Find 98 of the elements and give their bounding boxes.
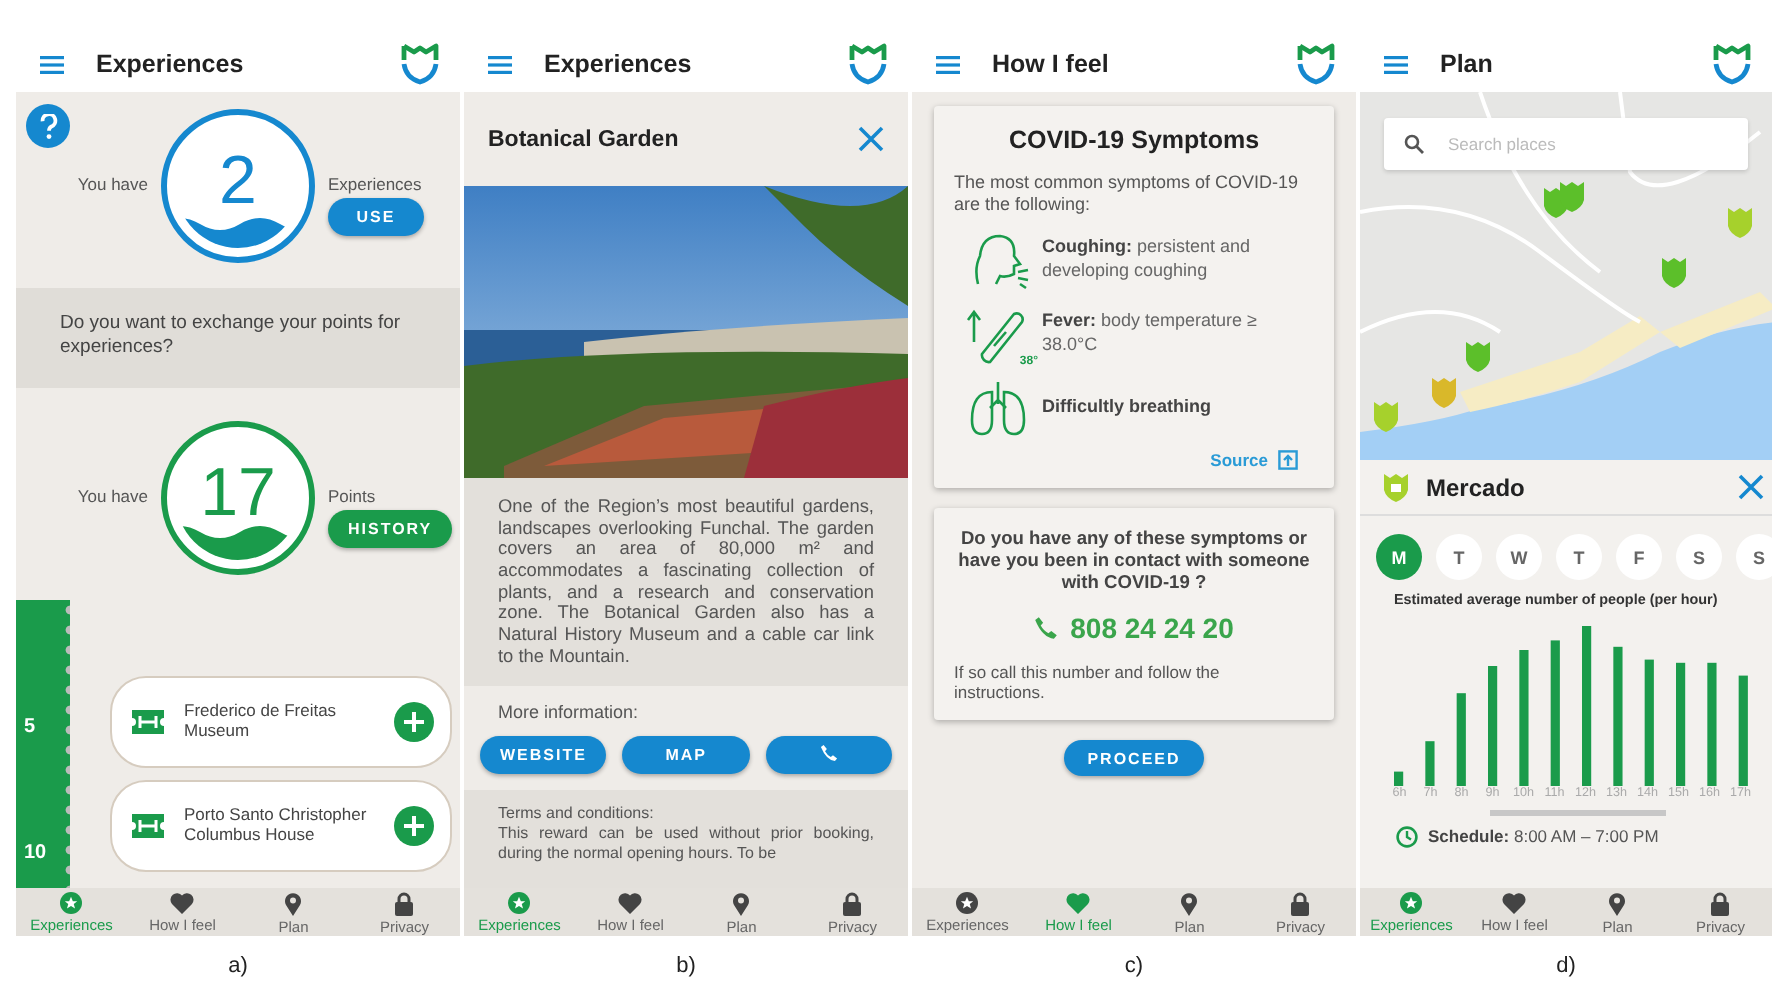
add-button[interactable]	[394, 701, 434, 742]
proceed-button[interactable]: PROCEED	[1063, 740, 1205, 777]
counter-label: Points	[328, 485, 376, 506]
heart-icon	[1502, 892, 1527, 914]
day-selector[interactable]: T	[1556, 534, 1602, 580]
symptom-text: Fever: body temperature ≥ 38.0°C	[1042, 310, 1259, 356]
lock-icon	[1290, 892, 1311, 916]
heart-icon	[618, 892, 643, 914]
place-title: Botanical Garden	[488, 127, 679, 151]
card-title: COVID-19 Symptoms	[1006, 126, 1262, 154]
add-button[interactable]	[394, 805, 434, 846]
chart-bar	[1425, 740, 1435, 786]
reward-name: Porto Santo Christopher Columbus House	[184, 805, 369, 846]
ticket-icon	[132, 709, 164, 734]
counter-label: You have	[77, 485, 148, 506]
phone-icon	[819, 744, 838, 763]
menu-icon[interactable]	[488, 55, 512, 73]
plus-icon	[404, 711, 424, 732]
chart-bar	[1394, 770, 1404, 786]
place-description: One of the Region’s most beautiful gardens, landscapes overlooking Funchal. The garden covers an area of 80,000 m² and accommodates a fascinating collection of plants, and a research and conservation zone. The Botanical Garden also has a Natural History Museum and a cable car link to the Mountain.	[464, 478, 908, 687]
phone-icon	[1034, 616, 1059, 641]
day-selector[interactable]: S	[1736, 534, 1772, 580]
call-button[interactable]	[765, 736, 892, 775]
shield-logo	[400, 42, 440, 86]
action-button[interactable]: USE	[328, 198, 424, 236]
chart-bar	[1519, 649, 1529, 786]
shield-logo	[1712, 42, 1752, 86]
exchange-question: Do you want to exchange your points for experiences?	[16, 288, 460, 388]
lock-icon	[1710, 892, 1731, 916]
star-icon	[956, 892, 979, 914]
counter-label: You have	[77, 174, 148, 194]
points-count: 17	[200, 458, 276, 527]
more-info-label: More information:	[496, 702, 641, 723]
chart-bar	[1613, 646, 1623, 786]
day-selector[interactable]: T	[1436, 534, 1482, 580]
star-icon	[1400, 892, 1423, 914]
screen-title: Plan	[1440, 50, 1495, 78]
clock-icon	[1396, 825, 1418, 848]
terms-title: Terms and conditions:	[498, 804, 656, 824]
source-link[interactable]: Source	[1210, 449, 1298, 470]
lock-icon	[842, 892, 863, 916]
points-marker: 10	[22, 841, 49, 864]
chart-bar	[1707, 662, 1717, 786]
link-button[interactable]: WEBSITE	[480, 736, 607, 775]
contact-question: Do you have any of these symptoms or have you been in contact with someone with COVID-19 ?	[956, 527, 1312, 595]
menu-icon[interactable]	[1384, 55, 1408, 73]
heart-icon	[1066, 892, 1091, 914]
screen-title: Experiences	[544, 50, 694, 78]
chart-bar	[1644, 658, 1654, 786]
reward-name: Frederico de Freitas Museum	[184, 701, 339, 742]
help-button[interactable]	[26, 104, 70, 148]
star-icon	[508, 892, 531, 914]
day-selector[interactable]: F	[1616, 534, 1662, 580]
experiences-count: 2	[219, 146, 257, 215]
day-selector[interactable]: W	[1496, 534, 1542, 580]
lock-icon	[394, 892, 415, 916]
symptom-text: Difficultly breathing	[1042, 395, 1214, 419]
link-button[interactable]: MAP	[622, 736, 750, 775]
question-mark-icon	[39, 113, 57, 139]
reward-card[interactable]: Frederico de Freitas Museum	[110, 675, 452, 768]
day-selector[interactable]: S	[1676, 534, 1722, 580]
screen-title: How I feel	[992, 50, 1111, 78]
figure-caption: a)	[228, 954, 248, 978]
ticket-icon	[132, 813, 164, 838]
shield-logo	[848, 42, 888, 86]
menu-icon[interactable]	[40, 55, 64, 73]
counter-label: Experiences	[328, 174, 422, 194]
action-button[interactable]: HISTORY	[328, 509, 453, 548]
schedule-text: Schedule: 8:00 AM – 7:00 PM	[1428, 826, 1659, 847]
reward-card[interactable]: Porto Santo Christopher Columbus House	[110, 779, 452, 872]
plus-icon	[404, 815, 424, 836]
chart-bar	[1456, 692, 1466, 786]
figure-caption: c)	[1124, 954, 1144, 978]
close-icon[interactable]	[1738, 474, 1764, 500]
close-icon[interactable]	[858, 126, 884, 152]
star-icon	[60, 892, 83, 914]
search-icon	[1404, 134, 1424, 154]
day-selector[interactable]: M	[1376, 534, 1422, 580]
menu-icon[interactable]	[936, 55, 960, 73]
chart-bar	[1676, 662, 1686, 786]
symptoms-intro: The most common symptoms of COVID-19 are the following:	[954, 172, 1301, 216]
place-title: Mercado	[1426, 473, 1527, 501]
chart-bar	[1738, 674, 1748, 786]
points-marker: 5	[22, 715, 38, 738]
shop-icon	[1384, 473, 1408, 501]
external-link-icon	[1278, 449, 1298, 470]
phone-number-link[interactable]: 808 24 24 20	[1034, 612, 1234, 645]
figure-caption: d)	[1556, 954, 1576, 978]
search-input[interactable]: Search places	[1444, 132, 1728, 156]
heart-icon	[170, 892, 195, 914]
screen-title: Experiences	[96, 50, 246, 78]
contact-note: If so call this number and follow the instructions.	[954, 662, 1222, 703]
chart-bar	[1488, 665, 1498, 786]
figure-caption: b)	[676, 954, 696, 978]
shield-logo	[1296, 42, 1336, 86]
symptom-text: Coughing: persistent and developing coughing	[1042, 236, 1253, 282]
terms-text: This reward can be used without prior booking, during the normal opening hours. To be	[498, 823, 874, 863]
search-field[interactable]: Search places	[1384, 118, 1748, 170]
